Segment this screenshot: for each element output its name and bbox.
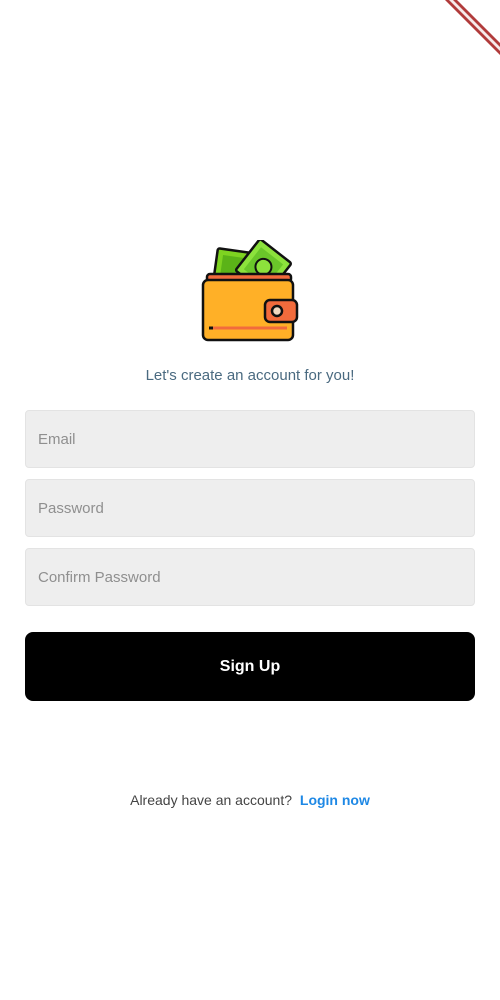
confirm-password-field[interactable] xyxy=(25,548,475,606)
signup-button[interactable]: Sign Up xyxy=(25,632,475,701)
debug-banner-icon xyxy=(440,0,500,60)
page-subtitle: Let's create an account for you! xyxy=(145,367,355,384)
signup-screen: Let's create an account for you! Sign Up… xyxy=(0,0,500,1000)
login-prompt: Already have an account? xyxy=(130,792,292,808)
login-now-link[interactable]: Login now xyxy=(300,792,370,808)
password-field[interactable] xyxy=(25,479,475,537)
login-row: Already have an account? Login now xyxy=(0,791,500,809)
email-field[interactable] xyxy=(25,410,475,468)
wallet-icon xyxy=(199,238,301,344)
